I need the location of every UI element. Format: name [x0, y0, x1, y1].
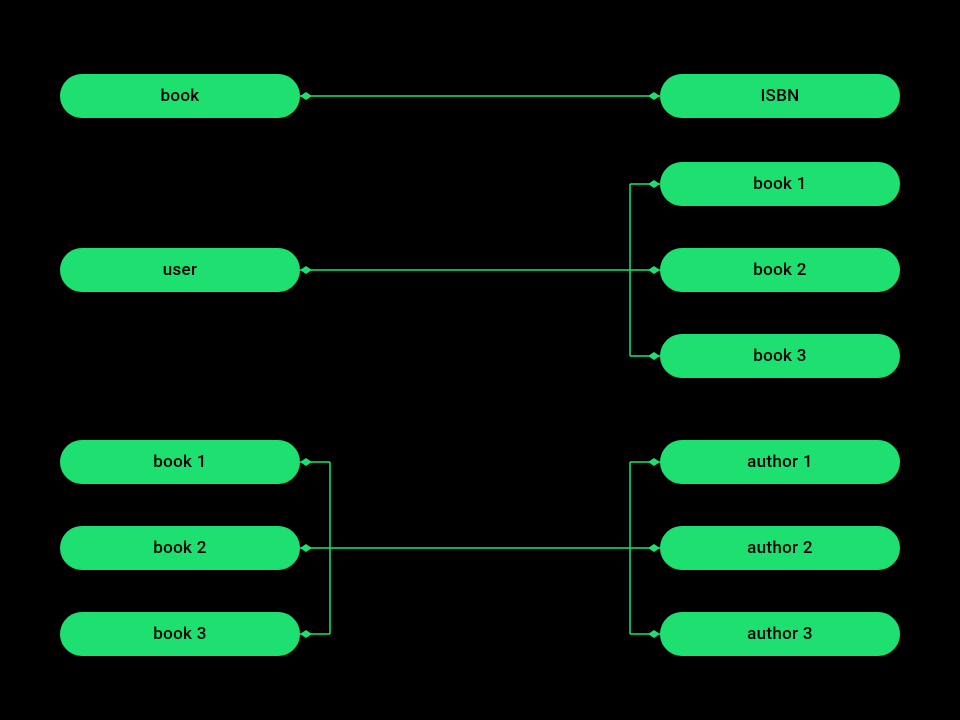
node-label: author 3	[747, 624, 813, 644]
node-user: user	[60, 248, 300, 292]
node-book-3-left: book 3	[60, 612, 300, 656]
node-book-1: book 1	[660, 162, 900, 206]
node-label: user	[163, 260, 198, 280]
node-book-1-left: book 1	[60, 440, 300, 484]
node-label: book 3	[153, 624, 206, 644]
node-author-3: author 3	[660, 612, 900, 656]
node-label: book 1	[753, 174, 806, 194]
node-label: ISBN	[760, 86, 799, 106]
node-book-2: book 2	[660, 248, 900, 292]
node-book-3: book 3	[660, 334, 900, 378]
node-label: book 1	[153, 452, 206, 472]
node-author-1: author 1	[660, 440, 900, 484]
node-label: book	[161, 86, 200, 106]
node-label: book 2	[153, 538, 206, 558]
node-book-2-left: book 2	[60, 526, 300, 570]
node-author-2: author 2	[660, 526, 900, 570]
node-book: book	[60, 74, 300, 118]
node-label: book 3	[753, 346, 806, 366]
node-label: author 1	[747, 452, 813, 472]
node-label: author 2	[747, 538, 813, 558]
node-isbn: ISBN	[660, 74, 900, 118]
node-label: book 2	[753, 260, 806, 280]
